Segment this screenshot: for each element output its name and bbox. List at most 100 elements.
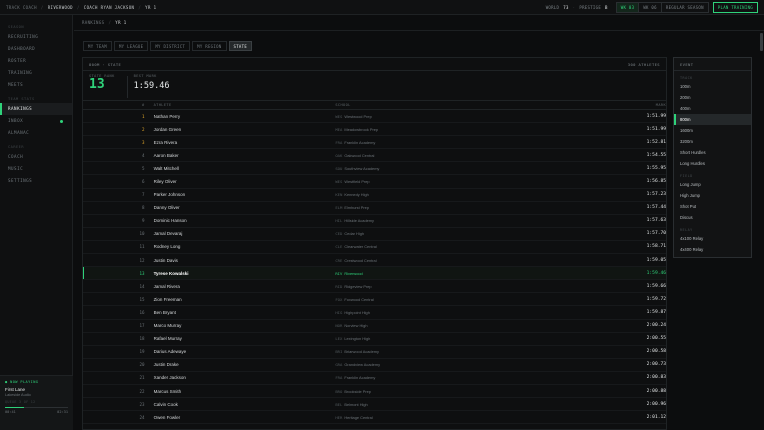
sidebar-item-coach[interactable]: COACH [0, 151, 72, 163]
row-mark: 2:00.24 [646, 323, 667, 329]
tab-my-district[interactable]: MY DISTRICT [150, 41, 191, 51]
sidebar-item-almanac[interactable]: ALMANAC [0, 127, 72, 139]
row-athlete-name[interactable]: Justin Drake [154, 362, 336, 367]
row-rank: 1 [142, 113, 145, 119]
sidebar-item-music[interactable]: MUSIC [0, 163, 72, 175]
table-row[interactable]: 1 Nathan Perry WES Westwood Prep 1:51.99 [83, 110, 666, 124]
event-option-4x400-relay[interactable]: 4x400 Relay [674, 244, 751, 255]
table-row-own-athlete[interactable]: 13 Tyrese Kowalski RIV Riverwood 1:59.46 [83, 267, 666, 281]
col-rank[interactable]: # [83, 103, 145, 107]
table-row[interactable]: 5 Walt Mitchell SOU Southview Academy 1:55.9… [83, 162, 666, 176]
event-option-100m[interactable]: 100m [674, 81, 751, 92]
crumb-school[interactable]: RIVERWOOD [48, 5, 73, 10]
row-athlete-name[interactable]: Riley Oliver [154, 179, 336, 184]
table-row[interactable]: 10 Jamal Devaraj CED Cedar High 1:57.70 [83, 228, 666, 241]
table-row[interactable]: 18 Rafael Murray LEX Lexington High 2:00.55 [83, 333, 666, 346]
sidebar-item-meets[interactable]: MEETS [0, 79, 72, 91]
row-athlete-name[interactable]: Rafael Murray [154, 336, 336, 341]
breadcrumb: TRACK COACH / RIVERWOOD / COACH RYAN JAC… [6, 5, 156, 10]
sidebar-item-recruiting[interactable]: RECRUITING [0, 31, 72, 43]
event-option-high-jump[interactable]: High Jump [674, 190, 751, 201]
row-athlete-name[interactable]: Justin Davis [154, 258, 336, 263]
row-rank: 14 [139, 283, 145, 289]
col-mark[interactable]: MARK [594, 103, 667, 107]
event-option-long-jump[interactable]: Long Jump [674, 179, 751, 190]
page-scrollbar[interactable] [760, 33, 763, 51]
table-row[interactable]: 4 Aaron Baker OAK Oakwood Central 1:54.55 [83, 149, 666, 163]
table-row[interactable]: 22 Marcus Smith BRO Brookside Prep 2:00.88 [83, 385, 666, 399]
table-row[interactable]: 9 Dominic Hanson HIL Hillside Academy 1:57.6… [83, 215, 666, 228]
row-athlete-name[interactable]: Marco Murray [154, 323, 336, 328]
sidebar-item-settings[interactable]: SETTINGS [0, 175, 72, 187]
row-mark: 1:59.66 [646, 283, 667, 289]
table-row[interactable]: 6 Riley Oliver WES Westfield Prep 1:56.85 [83, 175, 666, 189]
event-option-discus[interactable]: Discus [674, 212, 751, 223]
table-row[interactable]: 3 Ezra Rivera FRA Franklin Academy 1:52.81 [83, 136, 666, 150]
row-athlete-name[interactable]: Calvin Cook [154, 402, 336, 407]
row-athlete-name[interactable]: Tyrese Kowalski [154, 271, 336, 276]
sidebar-item-rankings[interactable]: RANKINGS [0, 103, 72, 115]
table-row[interactable]: 24 Owen Fowler HER Heritage Central 2:01.12 [83, 411, 666, 425]
row-athlete-name[interactable]: Jamal Rivera [154, 284, 336, 289]
sidebar-item-roster[interactable]: ROSTER [0, 55, 72, 67]
row-athlete-name[interactable]: Xander Jackson [154, 375, 336, 380]
col-athlete[interactable]: ATHLETE [154, 103, 336, 107]
event-option-4x100-relay[interactable]: 4x100 Relay [674, 233, 751, 244]
week-current[interactable]: WK 03 [616, 2, 640, 12]
event-option-3200m[interactable]: 3200m [674, 136, 751, 147]
table-row[interactable]: 21 Xander Jackson FRA Franklin Academy 2:00.… [83, 372, 666, 385]
table-row[interactable]: 23 Calvin Cook BEL Belmont High 2:00.96 [83, 398, 666, 412]
event-option-800m[interactable]: 800m [674, 114, 751, 125]
row-athlete-name[interactable]: Walt Mitchell [154, 166, 336, 171]
week-next[interactable]: WK 06 [639, 2, 662, 12]
tab-my-team[interactable]: MY TEAM [83, 41, 112, 51]
table-row[interactable]: 7 Parker Johnson KEN Kennedy High 1:57.23 [83, 189, 666, 202]
event-option-1600m[interactable]: 1600m [674, 125, 751, 136]
row-athlete-name[interactable]: Nathan Perry [154, 114, 336, 119]
table-row[interactable]: 17 Marco Murray NOR Norview High 2:00.24 [83, 320, 666, 333]
row-athlete-name[interactable]: Ben Bryant [154, 310, 336, 315]
tab-state[interactable]: STATE [228, 41, 253, 51]
row-mark: 1:57.63 [646, 218, 667, 224]
sidebar-item-training[interactable]: TRAINING [0, 67, 72, 79]
event-option-200m[interactable]: 200m [674, 92, 751, 103]
row-athlete-name[interactable]: Aaron Baker [154, 153, 336, 158]
row-school-name: Clearwater Central [344, 244, 377, 250]
table-row[interactable]: 14 Jamal Rivera RID Ridgeview Prep 1:59.66 [83, 280, 667, 294]
row-athlete-name[interactable]: Zion Freeman [154, 297, 336, 302]
row-athlete-name[interactable]: Owen Fowler [154, 415, 336, 420]
sidebar-item-inbox[interactable]: INBOX [0, 115, 72, 127]
crumb-coach[interactable]: COACH RYAN JACKSON [84, 5, 135, 10]
table-row[interactable]: 2 Jordan Green MEA Meadowbrook Prep 1:51.99 [83, 123, 666, 137]
row-athlete-name[interactable]: Danny Oliver [154, 205, 336, 210]
sidebar-item-dashboard[interactable]: DASHBOARD [0, 43, 72, 55]
event-option-400m[interactable]: 400m [674, 103, 751, 114]
row-athlete-name[interactable]: Parker Johnson [154, 192, 336, 197]
row-athlete-name[interactable]: Jamal Devaraj [154, 231, 336, 236]
table-row[interactable]: 19 Darius Adewaye BRI Briarwood Academy 2:00… [83, 346, 666, 359]
event-option-long-hurdles[interactable]: Long Hurdles [674, 158, 751, 169]
table-row[interactable]: 8 Danny Oliver ELM Elmhurst Prep 1:57.44 [83, 202, 666, 215]
event-option-shot-put[interactable]: Shot Put [674, 201, 751, 212]
tab-my-region[interactable]: MY REGION [192, 41, 227, 51]
plan-training-button[interactable]: PLAN TRAINING [712, 1, 758, 13]
prestige-label: PRESTIGE [579, 4, 602, 10]
table-row[interactable]: 20 Justin Drake GRA Grandview Academy 2:00.7… [83, 359, 666, 372]
row-athlete-name[interactable]: Darius Adewaye [154, 349, 336, 354]
sidebar-section-season: SEASON [8, 25, 24, 29]
row-athlete-name[interactable]: Dominic Hanson [154, 218, 336, 223]
col-school[interactable]: SCHOOL [335, 103, 593, 107]
table-row[interactable]: 11 Rodney Long CLE Clearwater Central 1:58.7… [83, 241, 666, 255]
row-athlete-name[interactable]: Marcus Smith [154, 389, 336, 394]
tab-my-league[interactable]: MY LEAGUE [113, 41, 149, 51]
now-playing-widget[interactable]: ● NOW PLAYING First Lane Lakeside Audio … [0, 375, 73, 430]
table-row[interactable]: 15 Zion Freeman FOX Foxwood Central 1:59.72 [83, 293, 666, 307]
event-list-track: 100m 200m 400m 800m 1600m 3200m Short Hurdles L… [674, 81, 751, 169]
row-athlete-name[interactable]: Ezra Rivera [154, 140, 336, 145]
track-progress-bar[interactable] [5, 407, 68, 408]
table-row[interactable]: 16 Ben Bryant HIG Highpoint High 1:59.87 [83, 306, 666, 320]
row-athlete-name[interactable]: Jordan Green [154, 127, 336, 132]
row-athlete-name[interactable]: Rodney Long [154, 244, 336, 249]
event-option-short-hurdles[interactable]: Short Hurdles [674, 147, 751, 158]
table-row[interactable]: 12 Justin Davis CRE Crestwood Central 1:59.0… [83, 254, 666, 268]
